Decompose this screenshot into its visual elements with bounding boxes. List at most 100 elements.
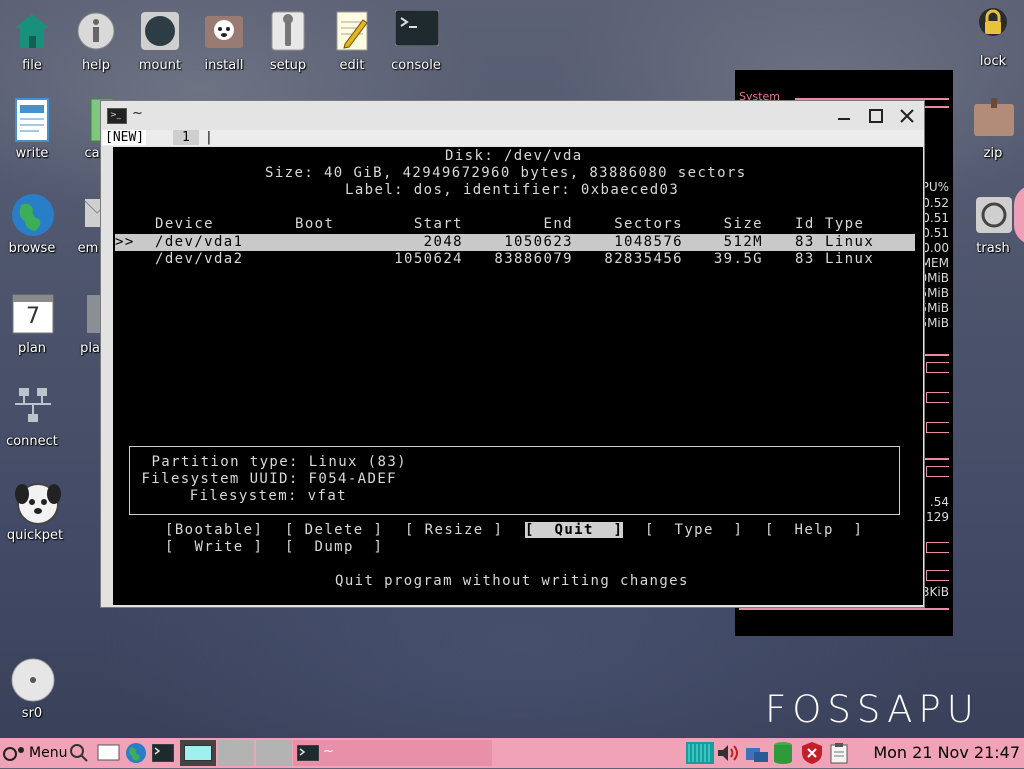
firewall-icon[interactable] — [800, 740, 826, 766]
browser-launcher-icon[interactable] — [125, 740, 149, 766]
cell-size: 512M — [723, 234, 763, 250]
monitor-value: .54 — [929, 495, 949, 509]
monitor-value: 0.52 — [922, 196, 949, 210]
monitor-divider — [739, 608, 949, 610]
desktop-icon-label: file — [22, 58, 42, 73]
tab-new[interactable]: [NEW] — [103, 130, 147, 145]
cell-start: 2048 — [423, 234, 463, 250]
col-device: Device — [155, 216, 214, 232]
status-message: Quit program without writing changes — [335, 573, 689, 589]
cell-start: 1050624 — [394, 251, 463, 267]
monitor-value: 0.51 — [922, 226, 949, 240]
help-button[interactable]: [ Help ] — [765, 522, 863, 538]
write-button[interactable]: [ Write ] — [165, 539, 263, 555]
tab-1[interactable]: 1 — [173, 130, 199, 145]
cell-id: 83 — [795, 234, 815, 250]
desktop-icon-install[interactable]: install — [192, 10, 256, 73]
resize-button[interactable]: [ Resize ] — [405, 522, 503, 538]
filesystem-type: Filesystem: vfat — [189, 488, 347, 504]
terminal-icon — [394, 9, 440, 52]
storage-icon[interactable] — [772, 740, 796, 766]
desktop-icon-sr0[interactable]: sr0 — [0, 658, 64, 721]
terminal-window[interactable]: >_ ~ [NEW] 1 | Disk: /dev/vda Size: 40 G… — [100, 100, 925, 608]
partition-type: Partition type: Linux (83) — [151, 454, 407, 470]
monitor-graph — [926, 570, 949, 581]
padlock-icon — [972, 6, 1014, 48]
window-titlebar[interactable]: >_ ~ — [101, 101, 924, 130]
desktop-icon-label: write — [15, 146, 49, 161]
desktop-icon-label: zip — [983, 146, 1003, 161]
monitor-graph — [926, 422, 949, 433]
window-title: ~ — [132, 106, 143, 121]
delete-button[interactable]: [ Delete ] — [285, 522, 383, 538]
cell-end: 1050623 — [504, 234, 573, 250]
task-title: ~ — [323, 744, 334, 759]
taskbar: Menu ~ Mon 21 Nov 21:47 — [0, 738, 1024, 768]
bootable-button[interactable]: [Bootable] — [165, 522, 263, 538]
task-button-terminal[interactable]: ~ — [293, 740, 492, 766]
globe-icon — [11, 193, 54, 236]
monitor-graph — [926, 466, 949, 477]
terminal-screen[interactable]: Disk: /dev/vda Size: 40 GiB, 42949672960… — [113, 147, 923, 605]
desktop-icon-label: console — [391, 58, 441, 73]
desktop-icon-mount[interactable]: mount — [128, 10, 192, 73]
desktop-icon-setup[interactable]: setup — [256, 10, 320, 73]
desktop-icon-console[interactable]: console — [384, 9, 448, 73]
monitor-value: 3KiB — [921, 585, 949, 599]
workspace-1[interactable] — [180, 740, 216, 766]
document-icon — [11, 98, 53, 142]
minimize-button[interactable] — [835, 107, 853, 125]
desktop-icon-label: connect — [6, 434, 58, 449]
tab-bar: [NEW] 1 | — [101, 130, 924, 146]
monitor-divider — [925, 354, 949, 356]
desktop-icon-help[interactable]: help — [64, 10, 128, 73]
maximize-button[interactable] — [867, 107, 885, 125]
desktop-icon-label: trash — [976, 241, 1010, 256]
network-manager-icon[interactable] — [744, 740, 770, 766]
clock[interactable]: Mon 21 Nov 21:47 — [873, 743, 1020, 762]
terminal-icon — [297, 745, 319, 761]
terminal-launcher-icon[interactable] — [151, 740, 176, 766]
desktop-icon-label: quickpet — [6, 528, 64, 543]
desktop-icon-zip[interactable]: zip — [961, 98, 1024, 161]
desktop-icon-edit[interactable]: edit — [320, 10, 384, 73]
cell-sectors: 82835456 — [604, 251, 683, 267]
workspace-3[interactable] — [256, 740, 292, 766]
volume-icon[interactable] — [716, 740, 742, 766]
dump-button[interactable]: [ Dump ] — [285, 539, 383, 555]
cell-size: 39.5G — [713, 251, 763, 267]
filesystem-uuid: Filesystem UUID: F054-ADEF — [141, 471, 397, 487]
desktop-icon-label: setup — [269, 58, 307, 73]
desktop-icon-quickpet[interactable]: quickpet — [3, 480, 67, 543]
monitor-graph — [926, 362, 949, 373]
desktop-icon-label: mount — [138, 58, 182, 73]
workspace-2[interactable] — [218, 740, 254, 766]
clipboard-icon[interactable] — [830, 740, 852, 766]
network-activity-icon[interactable] — [686, 740, 714, 766]
desktop-icon-label: browse — [8, 241, 56, 256]
terminal-icon: >_ — [107, 108, 127, 124]
menu-button[interactable]: Menu — [2, 740, 68, 766]
calendar-icon: 7 — [11, 293, 54, 335]
puppy-face-icon — [14, 480, 61, 525]
info-icon — [75, 10, 117, 52]
menu-label: Menu — [29, 745, 68, 761]
desktop-icon-file[interactable]: file — [0, 10, 64, 73]
desktop-icon-browse[interactable]: browse — [0, 193, 64, 256]
desktop-icon-plan[interactable]: 7 plan — [0, 293, 64, 356]
tab-separator: | — [205, 130, 213, 145]
disk-label: Label: dos, identifier: 0xbaeced03 — [345, 182, 680, 198]
cell-device: /dev/vda1 — [155, 234, 244, 250]
show-desktop-icon[interactable] — [97, 740, 121, 766]
quit-button[interactable]: [ Quit ] — [525, 522, 624, 538]
desktop-icon-connect[interactable]: connect — [0, 386, 64, 449]
close-button[interactable] — [898, 107, 916, 125]
desktop-icon-label: sr0 — [21, 706, 43, 721]
disk-name: Disk: /dev/vda — [445, 148, 583, 164]
col-end: End — [543, 216, 573, 232]
cd-icon — [11, 658, 55, 702]
search-icon[interactable] — [68, 740, 90, 766]
type-button[interactable]: [ Type ] — [645, 522, 743, 538]
desktop-icon-lock[interactable]: lock — [961, 6, 1024, 69]
desktop-icon-write[interactable]: write — [0, 98, 64, 161]
